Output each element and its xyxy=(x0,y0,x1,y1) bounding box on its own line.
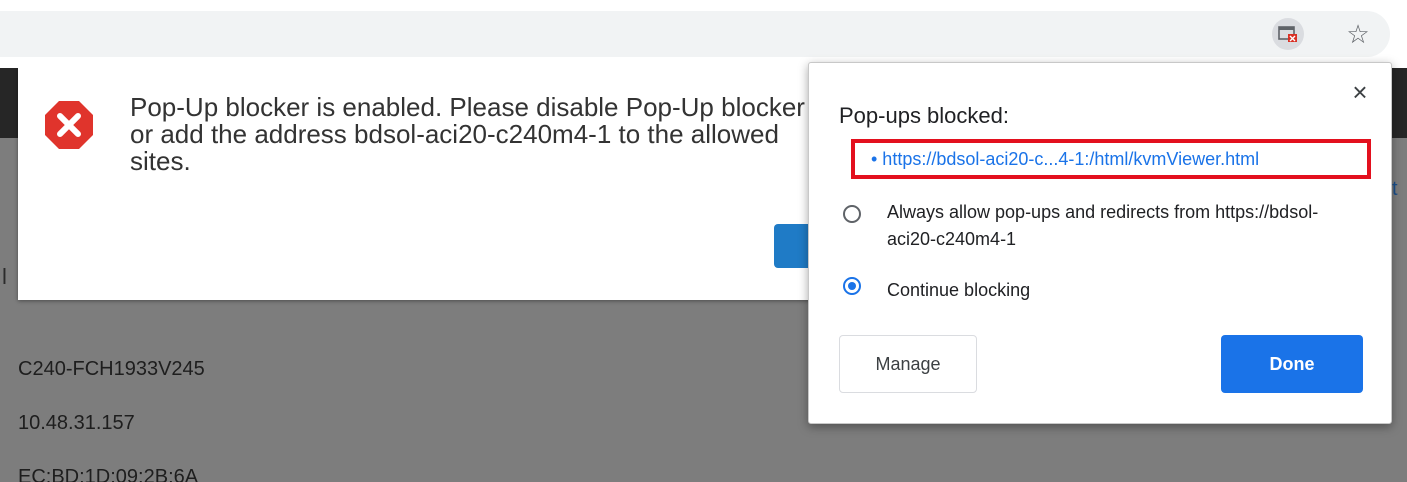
browser-toolbar: ☆ xyxy=(0,0,1407,68)
popups-blocked-bubble: Pop-ups blocked: × • https://bdsol-aci20… xyxy=(808,62,1392,424)
done-button[interactable]: Done xyxy=(1221,335,1363,393)
popup-blocker-alert: Pop-Up blocker is enabled. Please disabl… xyxy=(18,68,834,300)
close-icon[interactable]: × xyxy=(1345,77,1375,107)
alert-message: Pop-Up blocker is enabled. Please disabl… xyxy=(130,92,805,176)
always-allow-label[interactable]: Always allow pop-ups and redirects from … xyxy=(887,199,1367,253)
server-name: C240-FCH1933V245 xyxy=(18,358,205,380)
page-link-fragment: t xyxy=(1392,178,1398,200)
manage-button[interactable]: Manage xyxy=(839,335,977,393)
always-allow-radio[interactable] xyxy=(843,205,861,223)
continue-blocking-label[interactable]: Continue blocking xyxy=(887,277,1030,304)
continue-blocking-radio[interactable] xyxy=(843,277,861,295)
bubble-title: Pop-ups blocked: xyxy=(839,103,1009,128)
server-mac: EC:BD:1D:09:2B:6A xyxy=(18,466,199,482)
page-heading-fragment: l xyxy=(2,264,7,289)
blocked-popup-link[interactable]: • https://bdsol-aci20-c...4-1:/html/kvmV… xyxy=(871,149,1259,170)
bookmark-star-icon[interactable]: ☆ xyxy=(1342,18,1374,50)
popup-blocked-icon[interactable] xyxy=(1272,18,1304,50)
error-icon xyxy=(45,101,93,149)
server-ip: 10.48.31.157 xyxy=(18,412,135,434)
address-bar[interactable] xyxy=(0,11,1390,57)
